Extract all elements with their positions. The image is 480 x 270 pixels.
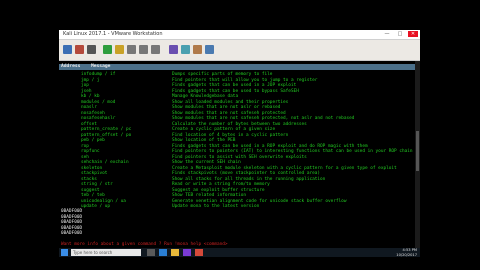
memory-icon[interactable]	[181, 45, 190, 54]
vmware-icon[interactable]	[183, 249, 191, 256]
command-description: Update mona to the latest version	[172, 204, 260, 209]
window-titlebar[interactable]: Kali Linux 2017.1 - VMware Workstation —…	[59, 30, 420, 40]
close-button[interactable]: ✕	[408, 31, 418, 37]
address-column-header: Address	[61, 64, 81, 69]
maximize-button[interactable]: □	[395, 31, 405, 37]
run-icon[interactable]	[103, 45, 112, 54]
scrollbar[interactable]	[415, 61, 420, 248]
pause-icon[interactable]	[115, 45, 124, 54]
task-view-icon[interactable]	[147, 249, 155, 256]
step-over-icon[interactable]	[139, 45, 148, 54]
threads-icon[interactable]	[193, 45, 202, 54]
scrollbar-thumb[interactable]	[416, 131, 419, 171]
debugger-icon[interactable]	[195, 249, 203, 256]
taskbar: Type here to search 4:53 PM 10/20/2017	[59, 248, 420, 257]
address-column: 0BADF00D 0BADF00D 0BADF00D 0BADF00D 0BADF00D	[61, 209, 121, 237]
log-header: Address Message	[59, 64, 420, 70]
system-clock[interactable]: 4:53 PM 10/20/2017	[396, 248, 417, 257]
window-title: Kali Linux 2017.1 - VMware Workstation	[63, 31, 163, 37]
trace-icon[interactable]	[151, 45, 160, 54]
restart-icon[interactable]	[75, 45, 84, 54]
windows-icon[interactable]	[205, 45, 214, 54]
explorer-icon[interactable]	[171, 249, 179, 256]
vm-screen: Kali Linux 2017.1 - VMware Workstation —…	[59, 30, 420, 257]
step-into-icon[interactable]	[127, 45, 136, 54]
search-placeholder: Type here to search	[73, 250, 113, 255]
search-box[interactable]: Type here to search	[71, 249, 141, 256]
log-icon[interactable]	[169, 45, 178, 54]
debugger-toolbar	[59, 40, 420, 61]
address-value: 0BADF00D	[61, 231, 83, 236]
command-list: infodump / if Dumps specific parts of mem…	[59, 72, 420, 210]
message-column-header: Message	[91, 64, 111, 69]
log-window: Address Message infodump / if Dumps speci…	[59, 61, 420, 248]
clock-date: 10/20/2017	[396, 252, 417, 257]
open-icon[interactable]	[63, 45, 72, 54]
edge-icon[interactable]	[159, 249, 167, 256]
help-hint-line: Want more info about a given command ? R…	[61, 242, 228, 247]
minimize-button[interactable]: —	[382, 31, 392, 37]
window-controls: — □ ✕	[382, 31, 418, 37]
windows-start-icon[interactable]	[61, 249, 68, 256]
close-icon[interactable]	[87, 45, 96, 54]
